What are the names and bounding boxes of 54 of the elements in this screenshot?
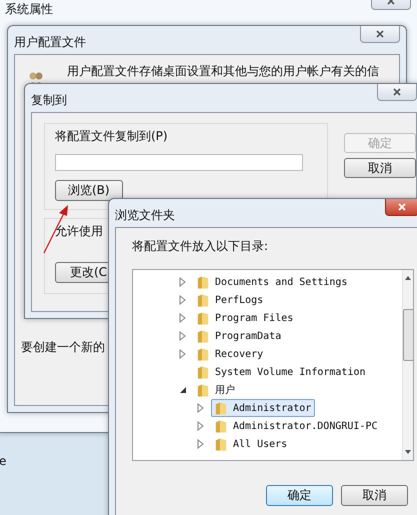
dialog-title: 复制到 (31, 92, 67, 109)
window-title: 系统属性 (5, 1, 53, 18)
folder-icon (197, 328, 209, 344)
dialog-button[interactable]: 取消 (341, 485, 408, 506)
folder-icon (197, 310, 209, 326)
expand-arrow-icon[interactable] (197, 403, 205, 413)
group-label: 允许使用 (55, 223, 103, 240)
browse-button[interactable]: 浏览(B) (55, 180, 123, 201)
group-label: 将配置文件复制到(P) (55, 128, 168, 145)
scroll-up-icon[interactable] (403, 274, 413, 282)
tree-item[interactable]: Administrator (211, 399, 316, 417)
expand-arrow-icon[interactable] (179, 349, 187, 359)
arrow-annotation (43, 205, 68, 254)
tree-item[interactable]: System Volume Information (193, 363, 370, 381)
tree-item[interactable]: All Users (211, 435, 292, 453)
dialog-button[interactable]: 取消 (344, 158, 416, 178)
folder-icon (197, 274, 209, 290)
path-field[interactable] (55, 154, 303, 171)
close-button[interactable] (377, 84, 417, 101)
expand-arrow-icon[interactable] (179, 331, 187, 341)
close-icon (392, 87, 402, 97)
expand-arrow-icon[interactable] (197, 421, 205, 431)
window-title: 用户配置文件 (14, 34, 86, 51)
folder-icon (215, 418, 227, 434)
description-text: 用户配置文件存储桌面设置和其他与您的用户帐户有关的信 (67, 63, 379, 80)
close-button[interactable] (360, 26, 400, 43)
tree-item[interactable]: Recovery (193, 345, 268, 363)
dialog-button[interactable]: 确定 (266, 485, 333, 506)
expand-arrow-icon[interactable] (179, 295, 187, 305)
expand-arrow-icon[interactable] (197, 439, 205, 449)
scroll-down-icon[interactable] (403, 448, 413, 456)
cut-off-text: e (0, 454, 6, 468)
collapse-arrow-icon[interactable] (179, 385, 187, 395)
folder-icon (215, 436, 227, 452)
close-button[interactable] (385, 199, 417, 216)
prompt-text: 将配置文件放入以下目录: (132, 238, 270, 255)
folder-icon (197, 382, 209, 398)
tree-item[interactable]: PerfLogs (193, 291, 268, 309)
close-icon (375, 29, 385, 39)
scrollbar[interactable] (402, 270, 413, 460)
expand-arrow-icon[interactable] (179, 277, 187, 287)
folder-icon (197, 364, 209, 380)
tree-item[interactable]: 用户 (193, 381, 239, 399)
expand-arrow-icon[interactable] (179, 313, 187, 323)
folder-icon (197, 346, 209, 362)
tree-item[interactable]: ProgramData (193, 327, 286, 345)
close-icon (397, 202, 407, 212)
folder-icon (215, 400, 227, 416)
instruction-text: 要创建一个新的 (21, 339, 105, 356)
folder-icon (197, 292, 209, 308)
tree-item[interactable]: Documents and Settings (193, 273, 352, 291)
tree-item[interactable]: Program Files (193, 309, 298, 327)
dialog-title: 浏览文件夹 (115, 207, 175, 224)
tree-item[interactable]: Administrator.DONGRUI-PC (211, 417, 382, 435)
